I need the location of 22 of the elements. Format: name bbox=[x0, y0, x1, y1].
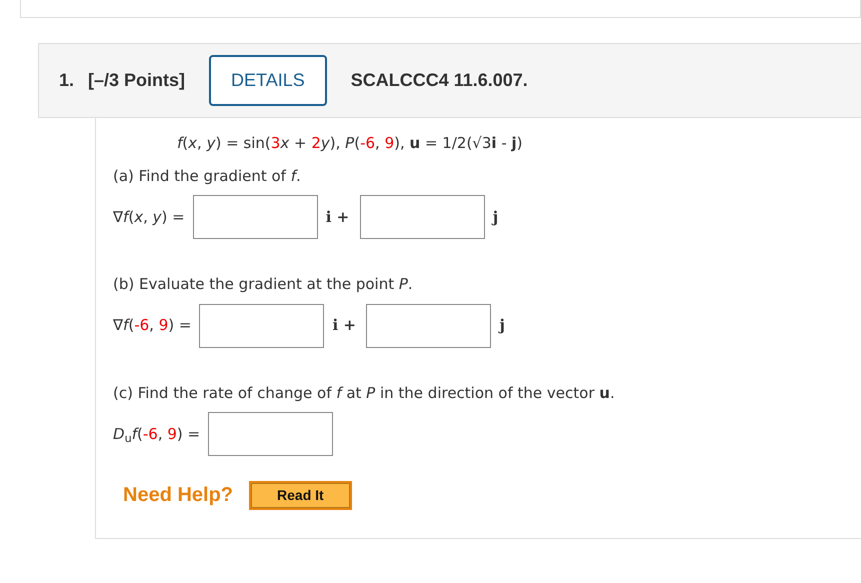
answer-box[interactable] bbox=[192, 195, 318, 239]
formula-text: f(x, y) = sin(3x + 2y), P(-6, 9), u = 1/2(√3i - j) bbox=[177, 133, 524, 154]
details-button[interactable]: DETAILS bbox=[209, 55, 327, 106]
answer-box[interactable] bbox=[208, 412, 334, 456]
answer-box[interactable] bbox=[366, 304, 492, 348]
points-label: [–/3 Points] bbox=[88, 69, 186, 92]
part-prompt: (c) Find the rate of change of f at P in the direction of the vector u. bbox=[113, 382, 616, 404]
answer-box[interactable] bbox=[360, 195, 485, 239]
part-prompt: (a) Find the gradient of f. bbox=[113, 166, 302, 186]
equation-label: ∇f(-6, 9) = bbox=[113, 315, 192, 336]
question-code: SCALCCC4 11.6.007. bbox=[350, 69, 528, 92]
vector-term: i + bbox=[326, 206, 350, 228]
equation-label: ∇f(x, y) = bbox=[113, 206, 185, 228]
answer-box[interactable] bbox=[199, 304, 324, 348]
question-number: 1. bbox=[59, 69, 74, 92]
vector-term: i + bbox=[332, 315, 357, 336]
vector-term: j bbox=[499, 315, 506, 336]
part-prompt: (b) Evaluate the gradient at the point P. bbox=[113, 274, 414, 295]
vector-term: j bbox=[492, 206, 500, 228]
need-help-label: Need Help? bbox=[123, 483, 234, 508]
read-it-button[interactable]: Read It bbox=[249, 480, 352, 510]
equation-label: D$_{u}$f(-6, 9) = bbox=[113, 424, 200, 446]
